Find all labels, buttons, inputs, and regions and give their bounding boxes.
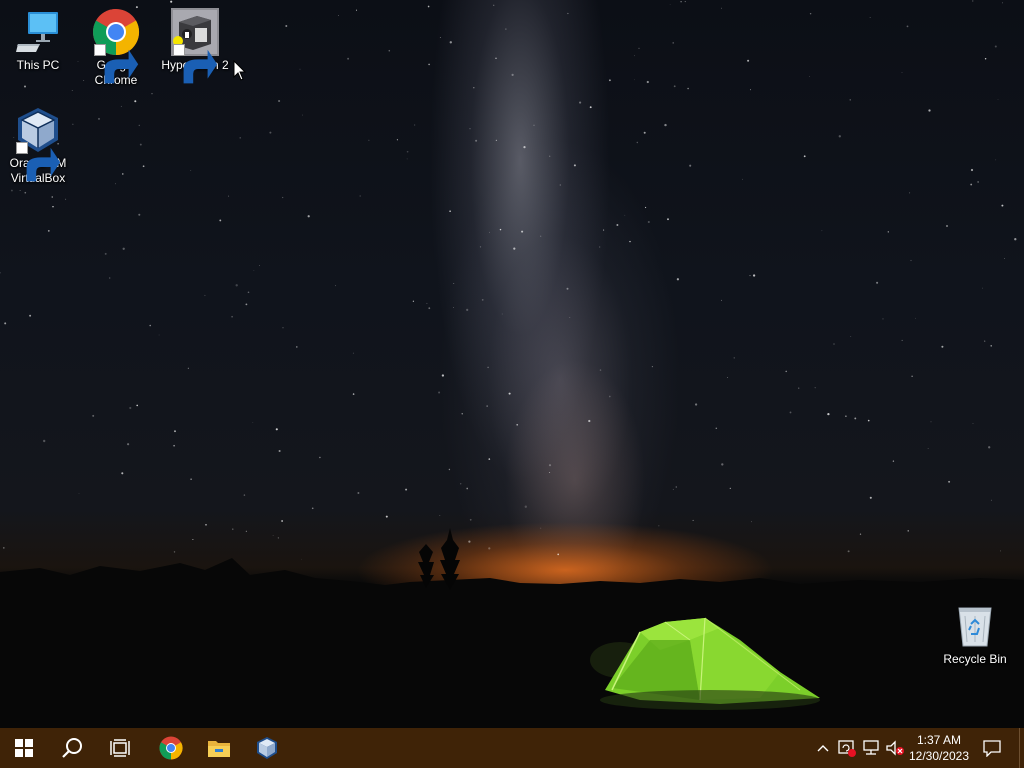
this-pc-label: This PC — [16, 58, 60, 72]
clock-date: 12/30/2023 — [908, 749, 970, 763]
windows-update-icon — [838, 740, 856, 757]
shortcut-arrow-icon — [173, 44, 218, 84]
this-pc-icon — [14, 8, 62, 56]
mouse-pointer-icon — [233, 60, 247, 81]
clock-time: 1:37 AM — [916, 733, 962, 747]
network-icon — [863, 740, 879, 755]
search-icon — [62, 738, 82, 758]
action-center-icon — [983, 740, 1001, 757]
virtualbox-icon — [257, 737, 277, 759]
clock[interactable]: 1:37 AM 12/30/2023 — [904, 728, 974, 768]
show-hidden-icons-button[interactable] — [812, 728, 834, 768]
volume-muted-icon — [886, 740, 904, 756]
desktop[interactable]: This PC Google Chrome — [0, 0, 1024, 728]
recycle-bin-icon — [951, 602, 999, 650]
shortcut-arrow-icon — [16, 142, 61, 182]
desktop-icon-this-pc[interactable]: This PC — [0, 8, 76, 73]
task-view-icon — [110, 739, 130, 757]
chrome-icon — [159, 736, 183, 760]
desktop-icon-recycle-bin[interactable]: Recycle Bin — [937, 602, 1013, 667]
chrome-icon — [92, 8, 140, 84]
recycle-bin-label: Recycle Bin — [943, 652, 1007, 666]
search-button[interactable] — [48, 728, 96, 768]
hypercam-icon — [171, 8, 219, 84]
action-center-button[interactable] — [978, 728, 1006, 768]
show-desktop-button[interactable] — [1019, 728, 1024, 768]
task-view-button[interactable] — [96, 728, 144, 768]
desktop-icon-google-chrome[interactable]: Google Chrome — [78, 8, 154, 88]
taskbar-file-explorer-button[interactable] — [195, 728, 243, 768]
taskbar-virtualbox-button[interactable] — [243, 728, 291, 768]
shortcut-arrow-icon — [94, 44, 139, 84]
file-explorer-icon — [208, 741, 230, 757]
desktop-icon-oracle-vm-virtualbox[interactable]: Oracle VM VirtualBox — [0, 106, 76, 186]
taskbar-chrome-button[interactable] — [147, 728, 195, 768]
chevron-up-icon — [817, 745, 829, 752]
wallpaper-landscape — [0, 528, 1024, 728]
network-tray[interactable] — [860, 728, 882, 768]
taskbar: 1:37 AM 12/30/2023 — [0, 728, 1024, 768]
desktop-icon-hypercam-2[interactable]: HyperCam 2 — [157, 8, 233, 84]
virtualbox-icon — [14, 106, 62, 182]
start-button[interactable] — [0, 728, 48, 768]
windows-start-icon — [15, 739, 33, 757]
windows-update-tray[interactable] — [836, 728, 858, 768]
volume-tray[interactable] — [884, 728, 906, 768]
